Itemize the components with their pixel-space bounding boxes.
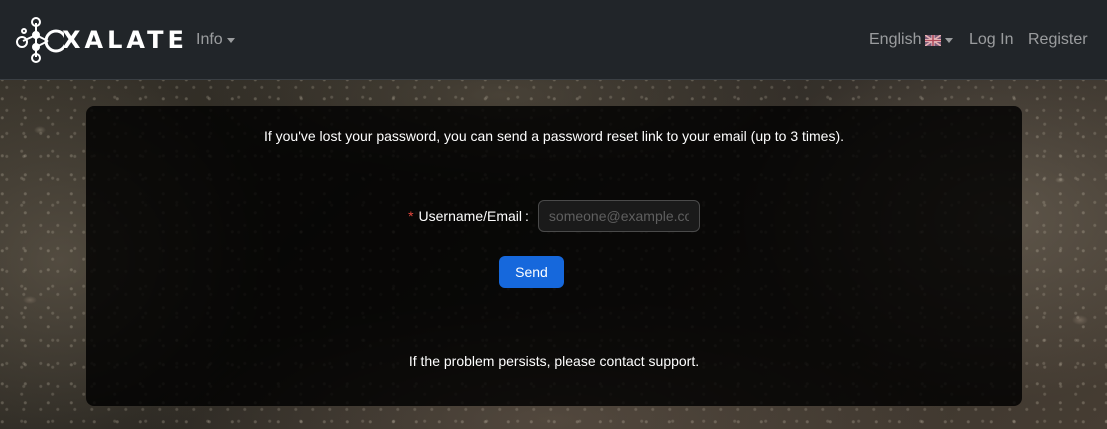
info-menu[interactable]: Info — [196, 30, 235, 50]
username-email-row: * Username/Email : — [86, 200, 1022, 232]
required-mark: * — [408, 208, 414, 224]
chevron-down-icon — [226, 37, 235, 43]
chevron-down-icon — [945, 37, 954, 43]
reset-instructions: If you've lost your password, you can se… — [263, 128, 845, 144]
brand-name: XALATE — [62, 26, 188, 54]
password-reset-card: If you've lost your password, you can se… — [86, 106, 1022, 406]
brand-logo[interactable]: XALATE — [14, 17, 188, 63]
info-menu-label: Info — [196, 31, 223, 48]
register-link[interactable]: Register — [1028, 30, 1088, 50]
username-email-input[interactable] — [537, 200, 700, 232]
language-menu[interactable]: English — [869, 30, 954, 50]
uk-flag-icon — [925, 34, 942, 46]
molecule-logo-icon — [16, 17, 64, 63]
label-colon: : — [525, 208, 529, 224]
username-email-label-text: Username/Email — [418, 208, 523, 224]
username-email-label: * Username/Email : — [408, 208, 538, 224]
send-button[interactable]: Send — [499, 256, 564, 288]
top-navbar: XALATE Info English Log In Register — [0, 0, 1107, 80]
language-menu-label: English — [869, 31, 922, 48]
support-note: If the problem persists, please contact … — [408, 353, 700, 369]
login-link[interactable]: Log In — [969, 30, 1013, 50]
